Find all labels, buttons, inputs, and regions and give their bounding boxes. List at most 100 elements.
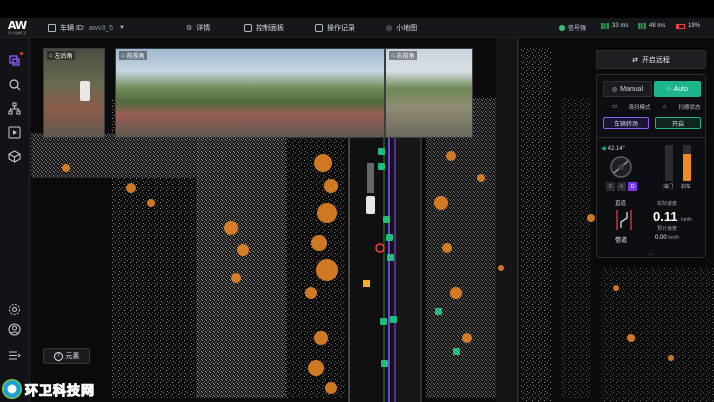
operation-log-label: 操作记录	[327, 25, 355, 32]
throttle-label: 油门	[663, 184, 674, 190]
broom-icon: ▭	[611, 104, 618, 110]
expected-speed-unit: km/h	[668, 235, 680, 241]
latency-1: 33 ms	[601, 23, 628, 29]
app-logo: AW 无人驾驶环卫	[4, 20, 30, 36]
vehicle-icon	[48, 24, 56, 32]
elements-button[interactable]: ? 元素	[43, 348, 90, 364]
throttle-gauge	[665, 145, 673, 181]
sidebar	[0, 38, 30, 402]
actual-speed-label: 实际速度	[657, 201, 678, 207]
watermark-logo-icon	[2, 379, 22, 399]
gear-n[interactable]: N	[617, 182, 626, 191]
camera-front-right[interactable]: ⌂ 右前角	[385, 48, 473, 138]
divider	[597, 137, 705, 138]
camera-front[interactable]: ⌂ 前视角	[115, 48, 385, 138]
actual-speed-unit: km/h	[681, 217, 693, 223]
drive-mode-toggle: ◎ Manual ⌂ Auto	[603, 81, 701, 97]
layers-icon[interactable]	[8, 54, 21, 67]
chevron-up-icon[interactable]: ︿	[648, 250, 653, 257]
expected-speed: 0.00 km/h	[655, 235, 679, 241]
network-icon[interactable]	[8, 102, 21, 115]
camera-icon: ⌂	[121, 52, 125, 59]
settings-icon[interactable]	[8, 303, 21, 316]
steering-wheel-gauge	[610, 156, 632, 178]
latency-2: 48 ms	[638, 23, 665, 29]
collapse-icon[interactable]	[8, 349, 21, 362]
map-pin-icon: ◎	[386, 25, 393, 32]
cube-icon[interactable]	[8, 150, 21, 163]
signal-status: 信号强	[559, 23, 586, 32]
help-icon: ?	[53, 351, 63, 361]
actual-speed-value: 0.11	[653, 209, 678, 224]
details-label: 详情	[196, 25, 211, 32]
remote-icon: ⇄	[632, 56, 638, 64]
auto-mode-button[interactable]: ⌂ Auto	[654, 81, 701, 97]
camera-feeds: ⌂ 左后角 ⌂ 前视角 ⌂ 右前角	[43, 48, 503, 138]
notification-dot	[20, 52, 23, 55]
vehicle-id[interactable]: 车辆 ID: awv3_5 ▼	[48, 22, 125, 34]
details-button[interactable]: ⚙ 详情	[186, 22, 210, 34]
watermark-text: 环卫科技网	[24, 383, 96, 399]
brake-fill	[683, 154, 691, 181]
robot-icon: ⌂	[666, 86, 671, 92]
signal-label: 信号强	[568, 26, 587, 32]
battery-status: 19%	[676, 23, 700, 29]
battery-value: 19%	[688, 23, 701, 29]
gear-d[interactable]: D	[628, 182, 637, 191]
sweep-mode-select[interactable]: 车辆转场	[603, 117, 649, 129]
logo-mark: AW	[7, 19, 27, 32]
minimap-button[interactable]: ◎ 小地图	[386, 22, 417, 34]
brake-label: 刹车	[681, 184, 692, 190]
auto-mode-label: Auto	[673, 85, 689, 93]
logo-subtitle: 无人驾驶环卫	[7, 31, 26, 35]
brush-icon: ⌂	[662, 104, 667, 110]
steering-angle: ◀ 42.14°	[601, 145, 626, 153]
steering-angle-value: 42.14°	[607, 145, 626, 152]
vehicle-id-value: awv3_5	[88, 24, 114, 32]
minimap-label: 小地图	[396, 25, 418, 32]
camera-rear-left[interactable]: ⌂ 左后角	[43, 48, 105, 138]
operation-log-button[interactable]: 操作记录	[315, 22, 355, 34]
gear-icon: ⚙	[186, 25, 193, 32]
control-panel-button[interactable]: 控制面板	[244, 22, 284, 34]
brake-gauge	[683, 145, 691, 181]
manual-mode-button[interactable]: ◎ Manual	[603, 81, 652, 97]
expected-speed-label: 预计速度	[657, 226, 678, 232]
gear-selector: R N D	[606, 182, 637, 191]
top-black-strip	[0, 0, 714, 18]
sweep-state-toggle[interactable]: 开启	[655, 117, 701, 129]
vehicle-id-label: 车辆 ID:	[60, 25, 85, 32]
elements-label: 元素	[65, 353, 80, 360]
latency-1-value: 33 ms	[612, 23, 629, 29]
gear-r[interactable]: R	[606, 182, 615, 191]
sweep-mode-header: ▭ 清扫模式	[603, 103, 651, 111]
user-icon[interactable]	[8, 323, 21, 336]
control-panel-label: 控制面板	[256, 25, 284, 32]
sweep-state-header: ⌂ 扫擦状态	[653, 103, 701, 111]
camera-label: ⌂ 前视角	[119, 51, 147, 60]
camera-label: ⌂ 左后角	[47, 51, 75, 60]
latency-bars-icon	[601, 23, 609, 29]
top-bar: AW 无人驾驶环卫 车辆 ID: awv3_5 ▼ ⚙ 详情 控制面板 操作记录…	[0, 0, 714, 38]
arrow-left-icon: ◀	[601, 146, 606, 152]
enable-remote-label: 开启远程	[641, 56, 670, 64]
vehicle-control-panel: ◎ Manual ⌂ Auto ▭ 清扫模式 ⌂ 扫擦状态 车辆转场 开启 ◀ …	[596, 74, 706, 258]
ego-vehicle	[366, 196, 375, 214]
camera-icon: ⌂	[49, 52, 53, 59]
play-icon[interactable]	[8, 126, 21, 139]
lane-action: 借道	[615, 238, 628, 244]
camera-label: ⌂ 右前角	[389, 51, 417, 60]
manual-mode-label: Manual	[620, 85, 644, 93]
actual-speed: 0.11 km/h	[653, 209, 692, 224]
watermark: 环卫科技网	[2, 378, 95, 400]
chevron-down-icon: ▼	[119, 25, 125, 31]
log-icon	[315, 24, 323, 32]
enable-remote-button[interactable]: ⇄ 开启远程	[596, 50, 706, 69]
latency-2-value: 48 ms	[649, 23, 666, 29]
lane-change-icon	[616, 210, 632, 230]
battery-icon	[676, 23, 685, 29]
search-icon[interactable]	[8, 78, 21, 91]
vehicle-in-feed	[80, 81, 90, 101]
panel-icon	[244, 24, 252, 32]
camera-icon: ⌂	[391, 52, 395, 59]
